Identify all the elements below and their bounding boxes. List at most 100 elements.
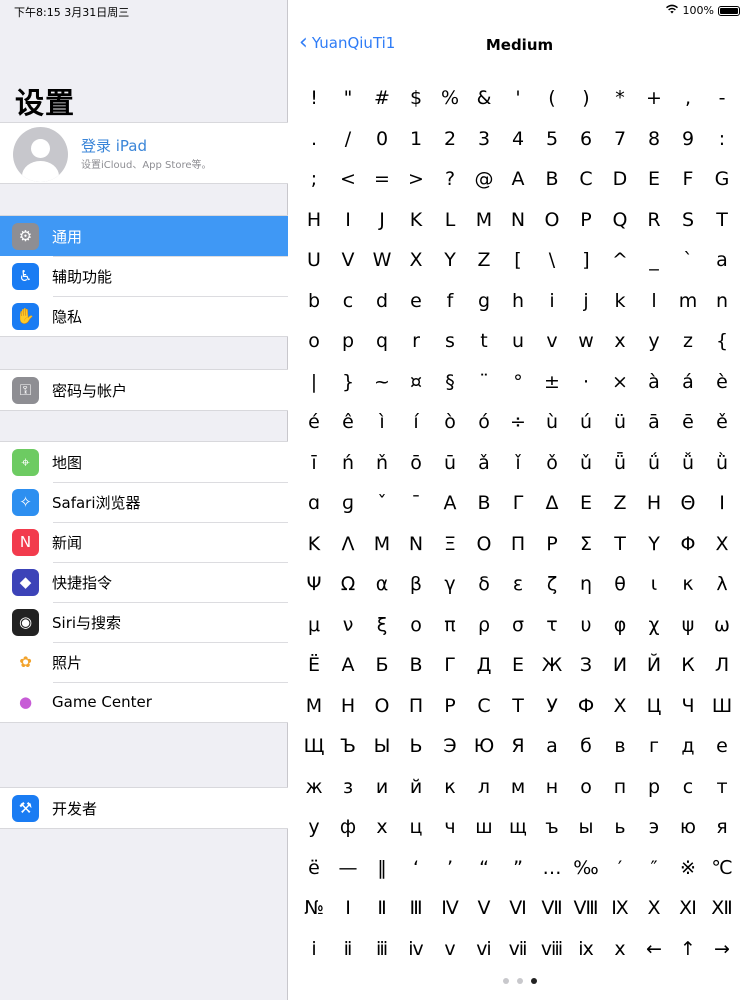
sidebar-item[interactable]: N 新闻 bbox=[0, 522, 288, 562]
glyph-row: o p q r s t u v w x y z { bbox=[297, 321, 747, 362]
apple-id-profile[interactable]: 登录 iPad 设置iCloud、App Store等。 bbox=[0, 122, 288, 184]
glyph-cell: 5 bbox=[545, 127, 559, 150]
sidebar-item[interactable]: ● Game Center bbox=[0, 682, 288, 722]
glyph-cell: Υ bbox=[648, 532, 660, 555]
glyph-cell: в bbox=[614, 735, 626, 758]
glyph-cell: E bbox=[647, 168, 660, 191]
sidebar-item[interactable]: ✋ 隐私 bbox=[0, 296, 288, 336]
glyph-cell: ο bbox=[410, 613, 422, 636]
glyph-cell: m bbox=[678, 289, 698, 312]
glyph-row: HI J KLMNOPQRST bbox=[297, 200, 747, 241]
glyph-cell: Ⅳ bbox=[441, 897, 459, 920]
glyph-cell: ÷ bbox=[510, 411, 526, 434]
glyph-cell: Ш bbox=[711, 694, 733, 717]
glyph-cell: p bbox=[341, 330, 355, 353]
glyph-cell: я bbox=[716, 816, 728, 839]
sidebar-item[interactable]: ⚿ 密码与帐户 bbox=[0, 370, 288, 410]
glyph-cell: ⅹ bbox=[614, 937, 626, 960]
page-dot[interactable] bbox=[516, 978, 523, 984]
glyph-cell: H bbox=[306, 208, 322, 231]
glyph-row: ⅰ ⅱ ⅲ ⅳ ⅴ ⅵ ⅶ ⅷ ⅸ ⅹ ← ↑ → bbox=[297, 929, 747, 970]
glyph-row: ЁАБВГДЕЖЗИЙКЛ bbox=[297, 645, 747, 686]
glyph-cell: y bbox=[648, 330, 660, 353]
glyph-cell: ⅰ bbox=[311, 937, 317, 960]
glyph-cell: 1 bbox=[409, 127, 423, 150]
key-icon: ⚿ bbox=[12, 376, 39, 404]
glyph-cell: п bbox=[613, 775, 627, 798]
glyph-cell: Е bbox=[511, 654, 524, 677]
glyph-cell: r bbox=[412, 330, 420, 353]
glyph-cell: S bbox=[681, 208, 695, 231]
glyph-cell: u bbox=[511, 330, 525, 353]
glyph-cell: ù bbox=[545, 411, 559, 434]
glyph-cell: w bbox=[578, 330, 594, 353]
glyph-cell: θ bbox=[614, 573, 626, 596]
glyph-cell: у bbox=[308, 816, 320, 839]
page-dot[interactable] bbox=[502, 978, 509, 984]
sidebar-item-label: 通用 bbox=[52, 227, 83, 246]
sidebar-item-label: 照片 bbox=[52, 653, 83, 672]
glyph-cell: } bbox=[341, 370, 355, 393]
glyph-cell: ǜ bbox=[715, 451, 729, 474]
glyph-cell: ⅷ bbox=[540, 937, 564, 960]
sidebar-item[interactable]: ♿ 辅助功能 bbox=[0, 256, 288, 296]
glyph-cell: Щ bbox=[303, 735, 325, 758]
glyph-cell: Ⅺ bbox=[679, 897, 697, 920]
glyph-cell: λ bbox=[716, 573, 728, 596]
hand-icon: ✋ bbox=[12, 302, 39, 330]
page-indicator[interactable] bbox=[289, 978, 750, 984]
glyph-cell: ж bbox=[305, 775, 323, 798]
glyph-cell: Λ bbox=[341, 532, 355, 555]
glyph-cell: L bbox=[444, 208, 456, 231]
glyph-cell: ¤ bbox=[409, 370, 423, 393]
glyph-cell: ` bbox=[683, 249, 693, 272]
glyph-cell: Z bbox=[477, 249, 491, 272]
sidebar-item[interactable]: ✧ Safari浏览器 bbox=[0, 482, 288, 522]
glyph-cell: # bbox=[374, 87, 390, 110]
glyph-cell: Ξ bbox=[443, 532, 456, 555]
glyph-cell: e bbox=[410, 289, 422, 312]
glyph-cell: Д bbox=[476, 654, 492, 677]
settings-group-developer: ⚒ 开发者 bbox=[0, 787, 288, 829]
glyph-cell: Ф bbox=[577, 694, 595, 717]
glyph-row: ΚΛΜΝΞΟΠΡΣΤΥΦΧ bbox=[297, 524, 747, 565]
battery-percent: 100% bbox=[682, 4, 714, 17]
glyph-cell: ω bbox=[714, 613, 730, 636]
glyph-cell: “ bbox=[479, 856, 489, 879]
sidebar-item-label: 隐私 bbox=[52, 307, 83, 326]
glyph-cell: K bbox=[409, 208, 423, 231]
glyph-cell: е bbox=[716, 735, 728, 758]
glyph-row: ɑɡˇ ˉΑΒΓΔΕΖΗΘΙ bbox=[297, 483, 747, 524]
sidebar-item[interactable]: ◆ 快捷指令 bbox=[0, 562, 288, 602]
glyph-cell: ъ bbox=[545, 816, 559, 839]
glyph-cell: η bbox=[579, 573, 593, 596]
sidebar-item-label: 开发者 bbox=[52, 799, 98, 818]
sidebar-item[interactable]: ⚙ 通用 bbox=[0, 216, 288, 256]
sidebar-item[interactable]: ⚒ 开发者 bbox=[0, 788, 288, 828]
glyph-cell: § bbox=[445, 370, 455, 393]
page-dot[interactable] bbox=[530, 978, 537, 984]
glyph-cell: И bbox=[612, 654, 628, 677]
glyph-cell: Б bbox=[375, 654, 389, 677]
glyph-cell: ν bbox=[342, 613, 354, 636]
glyph-cell: Q bbox=[612, 208, 628, 231]
glyph-cell: Ⅱ bbox=[377, 897, 387, 920]
glyph-cell: ? bbox=[444, 168, 456, 191]
glyph-cell: ⅸ bbox=[578, 937, 594, 960]
glyph-cell: 6 bbox=[579, 127, 593, 150]
glyph-cell: Γ bbox=[512, 492, 524, 515]
glyph-cell: ˇ bbox=[377, 492, 387, 515]
sidebar-item[interactable]: ⌖ 地图 bbox=[0, 442, 288, 482]
glyph-cell: ú bbox=[579, 411, 593, 434]
glyph-cell: B bbox=[545, 168, 559, 191]
glyph-cell: x bbox=[614, 330, 626, 353]
sidebar-item[interactable]: ✿ 照片 bbox=[0, 642, 288, 682]
hammer-icon: ⚒ bbox=[12, 794, 39, 822]
glyph-cell: З bbox=[579, 654, 593, 677]
glyph-cell: М bbox=[305, 694, 323, 717]
glyph-cell: № bbox=[304, 897, 324, 920]
glyph-row: ΨΩαβγδεζηθ ι κλ bbox=[297, 564, 747, 605]
glyph-cell: К bbox=[681, 654, 695, 677]
sidebar-item[interactable]: ◉ Siri与搜索 bbox=[0, 602, 288, 642]
glyph-cell: N bbox=[510, 208, 526, 231]
